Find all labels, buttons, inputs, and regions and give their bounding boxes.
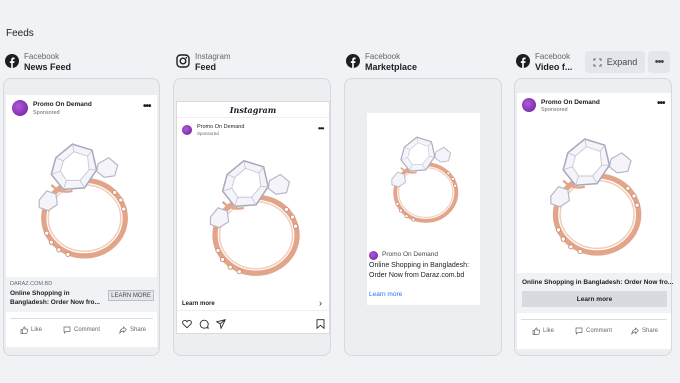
comment-icon	[575, 327, 583, 335]
comment-button[interactable]: Comment	[575, 327, 612, 335]
ad-preview-panel: Feeds Facebook News Feed Instagram Feed …	[0, 0, 680, 383]
like-label: Like	[543, 328, 555, 334]
facebook-icon	[346, 54, 360, 68]
learn-more-link[interactable]: Learn more	[369, 291, 402, 300]
ad-card: Promo On Demand Sponsored ••• DARAZ.COM.…	[6, 95, 157, 347]
facebook-icon	[516, 54, 530, 68]
placement-name: Marketplace	[365, 62, 418, 72]
share-icon	[631, 327, 639, 335]
page-name[interactable]: Promo On Demand	[197, 124, 244, 130]
ad-headline[interactable]: Online Shopping in Bangladesh: Order Now…	[522, 279, 673, 288]
comment-label: Comment	[586, 328, 613, 334]
page-name[interactable]: Promo On Demand	[33, 101, 92, 108]
comment-label: Comment	[74, 327, 101, 333]
avatar	[522, 98, 536, 112]
platform-name: Facebook	[24, 52, 60, 61]
sponsored-label: Sponsored	[541, 107, 568, 113]
column-header-facebook-news-feed: Facebook News Feed	[5, 52, 71, 74]
page-name[interactable]: Promo On Demand	[541, 99, 600, 106]
ad-headline[interactable]: Online Shopping in Bangladesh: Order Now…	[10, 290, 102, 307]
ad-card: Promo On Demand Online Shopping in Bangl…	[367, 113, 480, 305]
expand-icon	[593, 58, 602, 66]
like-button[interactable]: Like	[20, 326, 42, 334]
placement-name: Video f...	[535, 62, 573, 72]
like-icon	[20, 326, 28, 334]
ad-image	[6, 123, 157, 277]
share-icon	[119, 326, 127, 334]
avatar	[369, 251, 378, 260]
share-label: Share	[130, 327, 147, 333]
ad-card: Instagram Promo On Demand Sponsored ••• …	[176, 101, 330, 334]
share-button[interactable]: Share	[119, 326, 146, 334]
column-header-facebook-video-feeds: Facebook Video f...	[516, 52, 572, 74]
link-domain: DARAZ.COM.BD	[10, 281, 53, 287]
divider	[177, 310, 329, 311]
ring-image	[38, 143, 128, 259]
post-menu-icon[interactable]: •••	[143, 101, 151, 112]
placement-name: Feed	[195, 62, 217, 72]
like-label: Like	[31, 327, 43, 333]
instagram-logo: Instagram	[177, 102, 329, 118]
platform-name: Facebook	[535, 52, 571, 61]
ad-image	[367, 113, 480, 245]
avatar	[182, 125, 192, 135]
sponsored-label: Sponsored	[33, 110, 60, 116]
expand-button[interactable]: Expand	[585, 51, 645, 73]
more-options-button[interactable]: •••	[648, 51, 670, 73]
ad-image	[177, 140, 329, 294]
platform-name: Instagram	[195, 52, 231, 61]
chevron-right-icon[interactable]: ›	[319, 298, 322, 308]
divider	[10, 318, 153, 319]
column-header-facebook-marketplace: Facebook Marketplace	[346, 52, 417, 74]
post-menu-icon[interactable]: •••	[657, 98, 665, 109]
instagram-icon	[176, 54, 190, 68]
comment-icon	[63, 326, 71, 334]
comment-icon[interactable]	[199, 319, 209, 329]
comment-button[interactable]: Comment	[63, 326, 100, 334]
learn-more-button[interactable]: LEARN MORE	[108, 290, 154, 301]
ad-image	[517, 119, 671, 273]
ring-image	[391, 136, 459, 223]
bookmark-icon[interactable]	[316, 319, 325, 329]
placement-name: News Feed	[24, 62, 72, 72]
expand-label: Expand	[606, 57, 638, 67]
divider	[521, 319, 667, 320]
heart-icon[interactable]	[182, 319, 192, 329]
ad-headline[interactable]: Online Shopping in Bangladesh: Order Now…	[369, 261, 479, 280]
like-button[interactable]: Like	[532, 327, 554, 335]
avatar	[12, 100, 28, 116]
page-name[interactable]: Promo On Demand	[382, 251, 438, 258]
preview-frame-instagram-feed: Instagram Promo On Demand Sponsored ••• …	[173, 78, 331, 356]
ad-card: Promo On Demand Sponsored ••• Online Sho…	[517, 93, 673, 349]
ring-image	[550, 138, 642, 256]
platform-name: Facebook	[365, 52, 401, 61]
share-button[interactable]: Share	[631, 327, 658, 335]
facebook-icon	[5, 54, 19, 68]
learn-more-link[interactable]: Learn more	[182, 300, 215, 309]
post-menu-icon[interactable]: •••	[318, 124, 324, 133]
sponsored-label: Sponsored	[197, 131, 219, 136]
preview-frame-marketplace: Promo On Demand Online Shopping in Bangl…	[344, 78, 502, 356]
share-label: Share	[642, 328, 659, 334]
learn-more-button[interactable]: Learn more	[522, 291, 667, 307]
like-icon	[532, 327, 540, 335]
send-icon[interactable]	[216, 319, 226, 329]
section-title: Feeds	[6, 28, 34, 39]
ring-image	[209, 159, 300, 276]
preview-frame-video-feeds: Promo On Demand Sponsored ••• Online Sho…	[514, 78, 673, 356]
preview-frame-news-feed: Promo On Demand Sponsored ••• DARAZ.COM.…	[3, 78, 160, 356]
column-header-instagram-feed: Instagram Feed	[176, 52, 231, 74]
